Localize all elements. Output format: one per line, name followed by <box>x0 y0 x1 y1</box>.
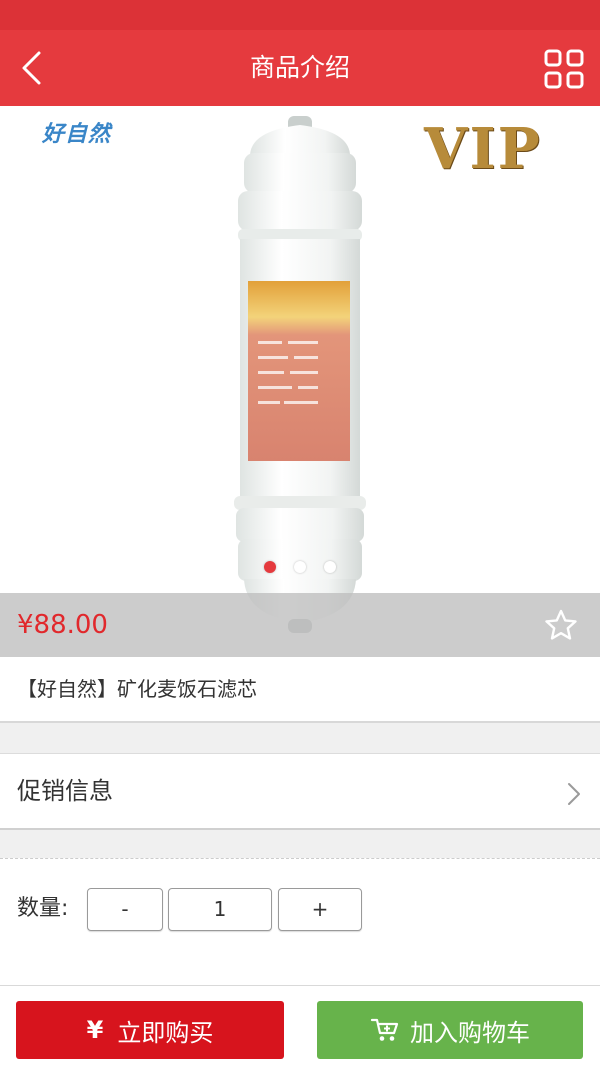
carousel-dot[interactable] <box>324 561 336 573</box>
product-title: 【好自然】矿化麦饭石滤芯 <box>17 677 257 701</box>
back-button[interactable] <box>4 40 60 96</box>
carousel-indicator <box>0 561 600 573</box>
product-image-carousel[interactable]: 好自然 VIP ¥88.00 <box>0 106 600 657</box>
vip-badge: VIP <box>424 116 542 182</box>
quantity-decrease-button[interactable]: - <box>87 888 163 931</box>
page-title: 商品介绍 <box>249 53 350 82</box>
add-to-cart-button[interactable]: 加入购物车 <box>317 1001 583 1059</box>
divider <box>0 721 600 723</box>
favorite-button[interactable] <box>544 608 578 642</box>
divider <box>0 828 600 830</box>
promotion-info-row[interactable]: 促销信息 <box>0 753 600 830</box>
star-outline-icon <box>545 609 577 640</box>
product-title-section: 【好自然】矿化麦饭石滤芯 <box>0 657 600 723</box>
quantity-label: 数量: <box>17 896 69 921</box>
cart-add-icon <box>370 1018 399 1041</box>
carousel-dot-active[interactable] <box>264 561 276 573</box>
buy-now-button[interactable]: ¥ 立即购买 <box>16 1001 284 1059</box>
yen-icon: ¥ <box>86 1016 104 1044</box>
bottom-action-bar: ¥ 立即购买 加入购物车 <box>0 985 600 1067</box>
product-price: ¥88.00 <box>17 610 108 640</box>
grid-icon <box>544 49 584 89</box>
chevron-right-icon <box>568 783 580 805</box>
price-bar: ¥88.00 <box>0 593 600 657</box>
chevron-left-icon <box>22 51 41 85</box>
quantity-increase-button[interactable]: + <box>278 888 362 931</box>
status-bar <box>0 0 600 30</box>
app-header: 商品介绍 <box>0 30 600 106</box>
carousel-dot[interactable] <box>294 561 306 573</box>
quantity-section: 数量: - 1 + <box>0 858 600 985</box>
quantity-input[interactable]: 1 <box>168 888 272 931</box>
grid-menu-button[interactable] <box>544 49 584 89</box>
add-to-cart-label: 加入购物车 <box>410 1018 530 1047</box>
brand-logo: 好自然 <box>42 122 112 147</box>
promotion-label: 促销信息 <box>17 777 113 805</box>
buy-now-label: 立即购买 <box>117 1018 214 1047</box>
